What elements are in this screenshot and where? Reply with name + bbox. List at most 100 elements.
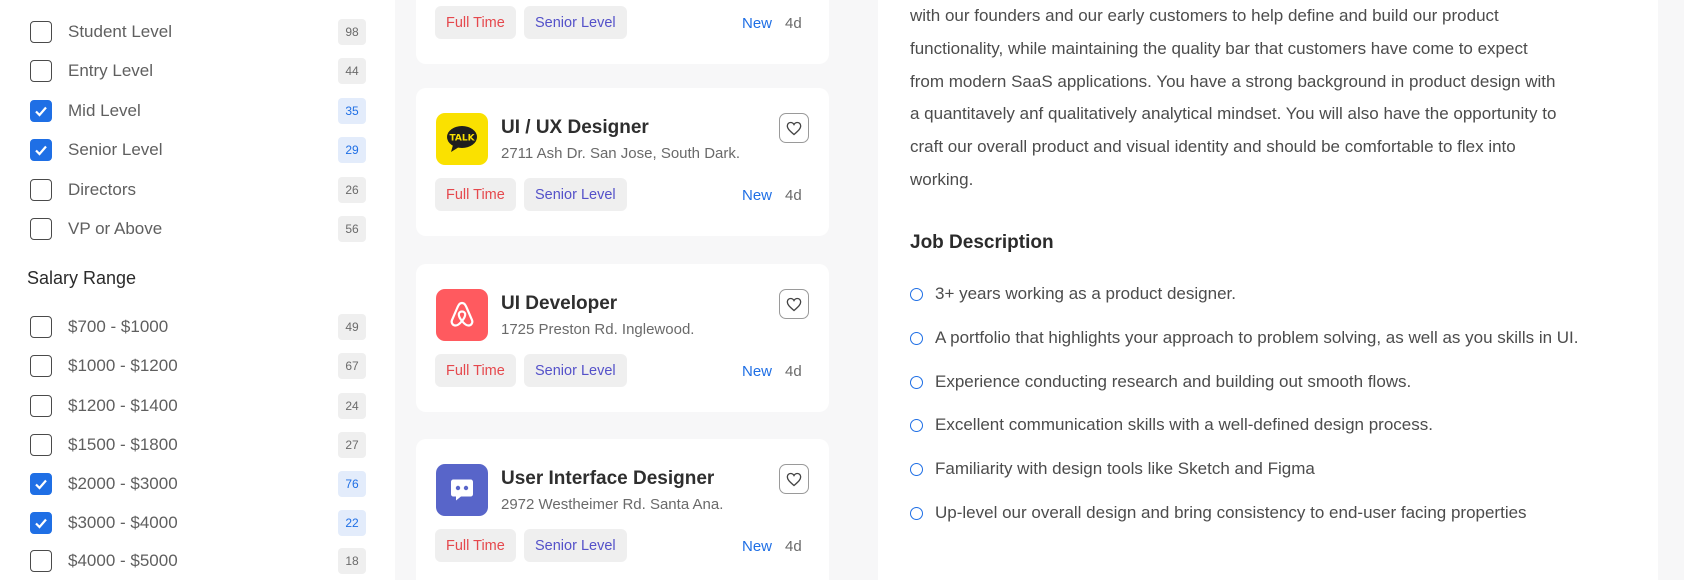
filter-directors[interactable]: Directors 26	[30, 176, 366, 204]
requirement-item: Up-level our overall design and bring co…	[910, 503, 1527, 523]
checkbox[interactable]	[30, 21, 52, 43]
filter-salary-1500-1800[interactable]: $1500 - $1800 27	[30, 431, 366, 459]
new-badge: New	[742, 538, 773, 555]
requirement-item: Experience conducting research and build…	[910, 372, 1411, 392]
checkbox[interactable]	[30, 550, 52, 572]
job-card[interactable]: TALK UI / UX Designer 2711 Ash Dr. San J…	[416, 88, 829, 236]
job-level-tag: Senior Level	[524, 354, 627, 387]
filter-salary-2000-3000[interactable]: $2000 - $3000 76	[30, 470, 366, 498]
filter-mid-level[interactable]: Mid Level 35	[30, 97, 366, 125]
job-level-tag: Senior Level	[524, 6, 627, 39]
filter-salary-1000-1200[interactable]: $1000 - $1200 67	[30, 352, 366, 380]
job-title[interactable]: UI / UX Designer	[501, 117, 649, 139]
detail-paragraph-line: a quantitavely anf qualitatively analyti…	[910, 104, 1557, 123]
job-card[interactable]: Full Time Senior Level New 4d	[416, 0, 829, 64]
requirement-item: Excellent communication skills with a we…	[910, 415, 1433, 435]
new-badge: New	[742, 363, 773, 380]
favorite-heart-icon[interactable]	[779, 113, 809, 143]
count-badge: 44	[338, 58, 366, 84]
kakaotalk-logo-icon: TALK	[436, 113, 488, 165]
bullet-circle-icon	[910, 462, 923, 476]
requirement-item: A portfolio that highlights your approac…	[910, 328, 1579, 348]
checkbox[interactable]	[30, 218, 52, 240]
count-badge: 56	[338, 216, 366, 242]
job-title[interactable]: User Interface Designer	[501, 468, 714, 490]
checkbox[interactable]	[30, 60, 52, 82]
favorite-heart-icon[interactable]	[779, 464, 809, 494]
checkbox[interactable]	[30, 316, 52, 338]
bullet-circle-icon	[910, 287, 923, 301]
filter-label: Directors	[68, 180, 137, 199]
bullet-circle-icon	[910, 375, 923, 389]
new-badge: New	[742, 187, 773, 204]
job-card[interactable]: UI Developer 1725 Preston Rd. Inglewood.…	[416, 264, 829, 412]
checkbox[interactable]	[30, 139, 52, 161]
bullet-circle-icon	[910, 331, 923, 345]
job-type-tag: Full Time	[435, 6, 516, 39]
requirement-item: Familiarity with design tools like Sketc…	[910, 459, 1315, 479]
requirement-text: A portfolio that highlights your approac…	[935, 328, 1579, 347]
checkbox[interactable]	[30, 179, 52, 201]
count-badge: 35	[338, 98, 366, 124]
job-level-tag: Senior Level	[524, 529, 627, 562]
requirement-text: Familiarity with design tools like Sketc…	[935, 459, 1315, 478]
checkbox[interactable]	[30, 473, 52, 495]
job-address: 1725 Preston Rd. Inglewood.	[501, 321, 695, 338]
filter-salary-3000-4000[interactable]: $3000 - $4000 22	[30, 509, 366, 537]
posted-age: 4d	[785, 15, 802, 32]
checkbox[interactable]	[30, 395, 52, 417]
detail-paragraph-line: functionality, while maintaining the qua…	[910, 39, 1528, 58]
count-badge: 24	[338, 393, 366, 419]
filter-student-level[interactable]: Student Level 98	[30, 18, 366, 46]
filter-salary-4000-5000[interactable]: $4000 - $5000 18	[30, 547, 366, 575]
job-card[interactable]: User Interface Designer 2972 Westheimer …	[416, 439, 829, 580]
job-address: 2972 Westheimer Rd. Santa Ana.	[501, 496, 724, 513]
job-description-title: Job Description	[910, 232, 1054, 253]
favorite-heart-icon[interactable]	[779, 289, 809, 319]
job-detail-panel: with our founders and our early customer…	[878, 0, 1658, 580]
filter-label: Senior Level	[68, 140, 163, 159]
job-address: 2711 Ash Dr. San Jose, South Dark.	[501, 145, 741, 162]
count-badge: 29	[338, 137, 366, 163]
requirement-item: 3+ years working as a product designer.	[910, 284, 1236, 304]
job-type-tag: Full Time	[435, 529, 516, 562]
airbnb-logo-icon	[436, 289, 488, 341]
bullet-circle-icon	[910, 506, 923, 520]
posted-age: 4d	[785, 363, 802, 380]
count-badge: 26	[338, 177, 366, 203]
bullet-circle-icon	[910, 418, 923, 432]
job-type-tag: Full Time	[435, 178, 516, 211]
filter-salary-1200-1400[interactable]: $1200 - $1400 24	[30, 392, 366, 420]
detail-paragraph-line: craft our overall product and visual ide…	[910, 137, 1516, 156]
filter-label: $4000 - $5000	[68, 551, 178, 570]
count-badge: 22	[338, 510, 366, 536]
detail-paragraph-line: from modern SaaS applications. You have …	[910, 72, 1556, 91]
detail-paragraph-line: working.	[910, 170, 974, 189]
job-type-tag: Full Time	[435, 354, 516, 387]
svg-text:TALK: TALK	[449, 134, 475, 144]
checkbox[interactable]	[30, 434, 52, 456]
filter-label: Student Level	[68, 22, 172, 41]
requirement-text: Experience conducting research and build…	[935, 372, 1412, 391]
filter-label: Mid Level	[68, 101, 141, 120]
checkbox[interactable]	[30, 100, 52, 122]
filter-entry-level[interactable]: Entry Level 44	[30, 57, 366, 85]
filter-vp-or-above[interactable]: VP or Above 56	[30, 215, 366, 243]
filter-label: $1200 - $1400	[68, 396, 178, 415]
filter-senior-level[interactable]: Senior Level 29	[30, 136, 366, 164]
filter-label: $1500 - $1800	[68, 435, 178, 454]
checkbox[interactable]	[30, 355, 52, 377]
salary-range-title: Salary Range	[27, 268, 137, 288]
requirement-text: Up-level our overall design and bring co…	[935, 503, 1527, 522]
count-badge: 27	[338, 432, 366, 458]
job-title[interactable]: UI Developer	[501, 293, 617, 315]
filter-salary-700-1000[interactable]: $700 - $1000 49	[30, 313, 366, 341]
count-badge: 49	[338, 314, 366, 340]
job-level-tag: Senior Level	[524, 178, 627, 211]
filter-label: $2000 - $3000	[68, 474, 178, 493]
filter-label: $1000 - $1200	[68, 356, 178, 375]
filter-label: VP or Above	[68, 219, 163, 238]
checkbox[interactable]	[30, 512, 52, 534]
detail-paragraph-line: with our founders and our early customer…	[910, 6, 1499, 25]
new-badge: New	[742, 15, 773, 32]
